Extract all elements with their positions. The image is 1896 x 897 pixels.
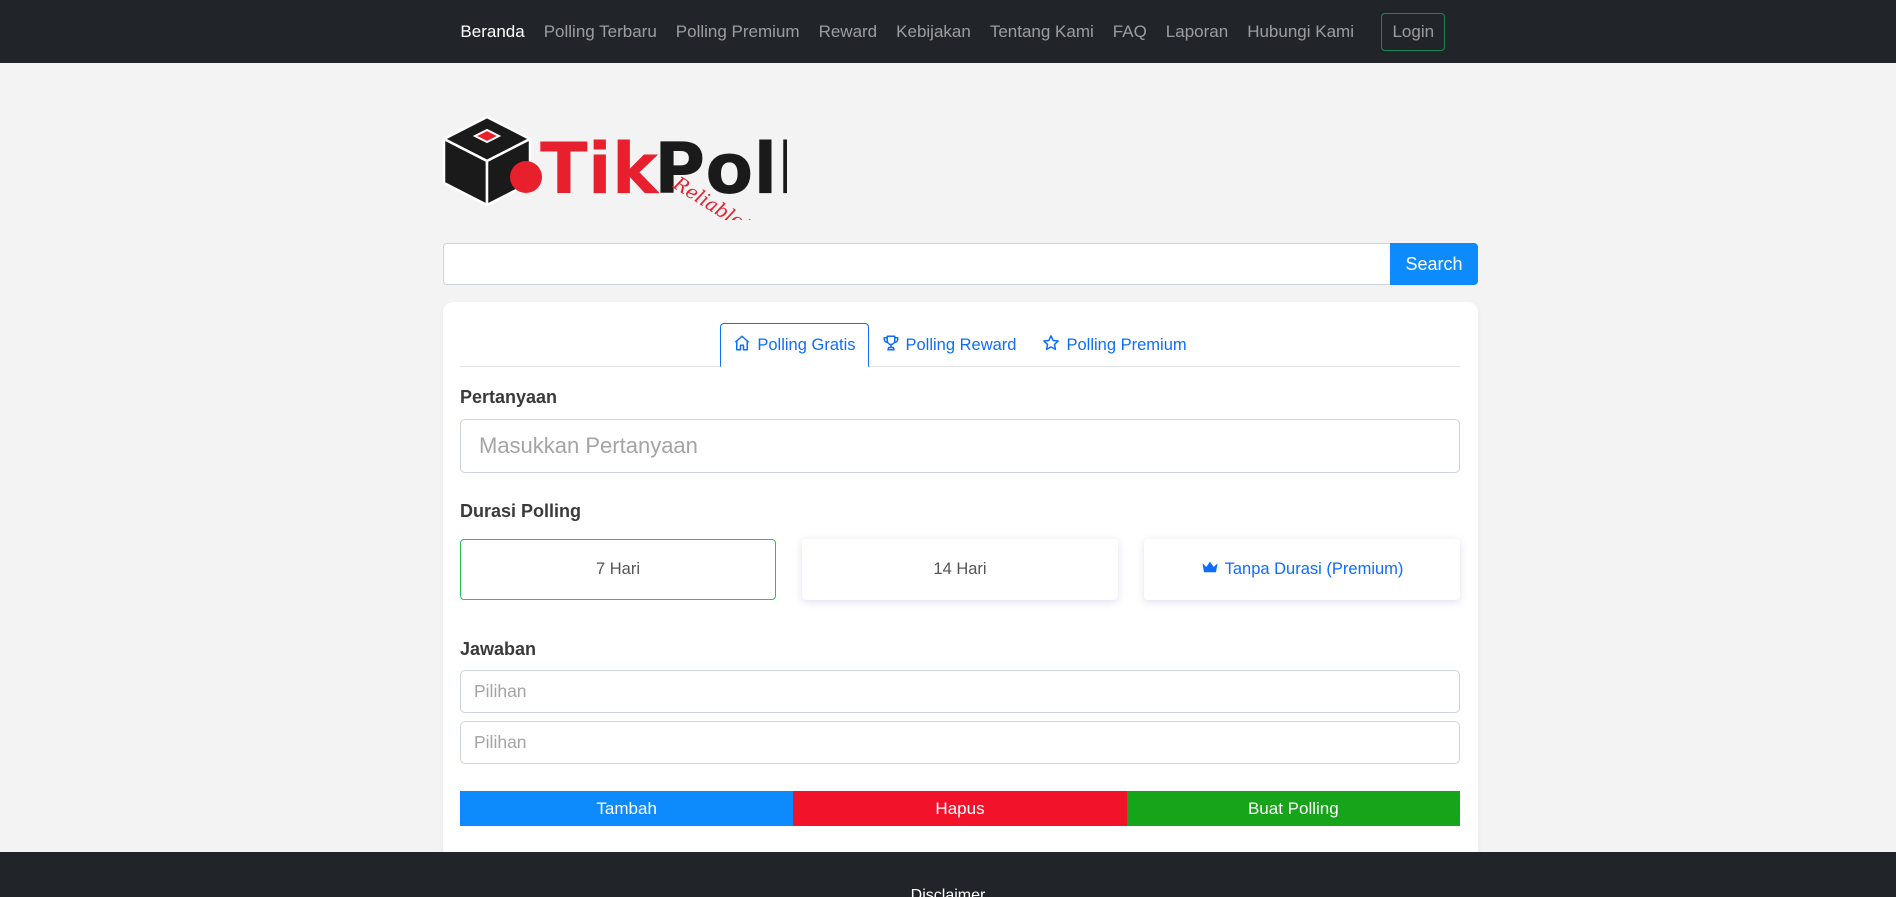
poll-form-card: Polling Gratis Polling Reward Polling Pr…	[443, 302, 1478, 862]
duration-option-label: Tanpa Durasi (Premium)	[1224, 560, 1404, 578]
footer: Disclaimer	[0, 852, 1896, 897]
search-input[interactable]	[443, 243, 1390, 285]
nav-item-reward[interactable]: Reward	[809, 22, 887, 42]
nav-item-kebijakan[interactable]: Kebijakan	[887, 22, 981, 42]
tab-polling-gratis[interactable]: Polling Gratis	[720, 323, 869, 367]
nav-links: Beranda Polling Terbaru Polling Premium …	[451, 12, 1446, 51]
logo-graphic: Tik Poll Reliable!	[442, 115, 801, 237]
nav-item-polling-premium[interactable]: Polling Premium	[666, 22, 809, 42]
login-button[interactable]: Login	[1381, 12, 1446, 51]
add-choice-button[interactable]: Tambah	[460, 791, 794, 826]
trophy-icon	[882, 334, 900, 357]
star-icon	[1042, 334, 1060, 357]
duration-label: Durasi Polling	[460, 501, 582, 521]
logo-brand-part1: Tik	[540, 128, 660, 210]
duration-option-7-days[interactable]: 7 Hari	[460, 539, 776, 600]
search-button[interactable]: Search	[1390, 243, 1478, 285]
crown-icon	[1201, 558, 1219, 581]
answer-label: Jawaban	[460, 639, 537, 659]
form-actions: Tambah Hapus Buat Polling	[460, 791, 1460, 826]
tab-label: Polling Reward	[905, 336, 1017, 354]
question-label: Pertanyaan	[460, 387, 558, 407]
nav-item-beranda[interactable]: Beranda	[451, 22, 534, 42]
create-poll-button[interactable]: Buat Polling	[1126, 791, 1460, 826]
tab-polling-premium[interactable]: Polling Premium	[1029, 323, 1199, 367]
duration-options: 7 Hari 14 Hari Tanpa Durasi (Premium)	[460, 539, 1460, 600]
tab-polling-reward[interactable]: Polling Reward	[869, 323, 1030, 367]
tab-label: Polling Gratis	[757, 335, 856, 354]
home-icon	[733, 334, 751, 357]
answer-choice-input[interactable]	[460, 721, 1460, 764]
duration-option-label: 7 Hari	[595, 560, 640, 578]
nav-item-faq[interactable]: FAQ	[1103, 22, 1156, 42]
question-input[interactable]	[460, 419, 1460, 473]
top-navbar: Beranda Polling Terbaru Polling Premium …	[0, 0, 1896, 63]
tab-label: Polling Premium	[1066, 336, 1187, 354]
search-bar: Search	[443, 243, 1478, 285]
footer-disclaimer-title: Disclaimer	[910, 887, 986, 897]
duration-option-unlimited-premium[interactable]: Tanpa Durasi (Premium)	[1144, 539, 1460, 600]
duration-option-label: 14 Hari	[933, 560, 987, 578]
nav-item-laporan[interactable]: Laporan	[1156, 22, 1237, 42]
nav-item-tentang-kami[interactable]: Tentang Kami	[980, 22, 1103, 42]
poll-type-tabs: Polling Gratis Polling Reward Polling Pr…	[460, 320, 1460, 367]
delete-choice-button[interactable]: Hapus	[793, 791, 1127, 826]
tikpoll-logo[interactable]: Tik Poll Reliable!	[442, 115, 801, 237]
nav-item-polling-terbaru[interactable]: Polling Terbaru	[534, 22, 666, 42]
duration-option-14-days[interactable]: 14 Hari	[802, 539, 1118, 600]
nav-item-hubungi-kami[interactable]: Hubungi Kami	[1238, 22, 1364, 42]
answer-choice-input[interactable]	[460, 670, 1460, 713]
